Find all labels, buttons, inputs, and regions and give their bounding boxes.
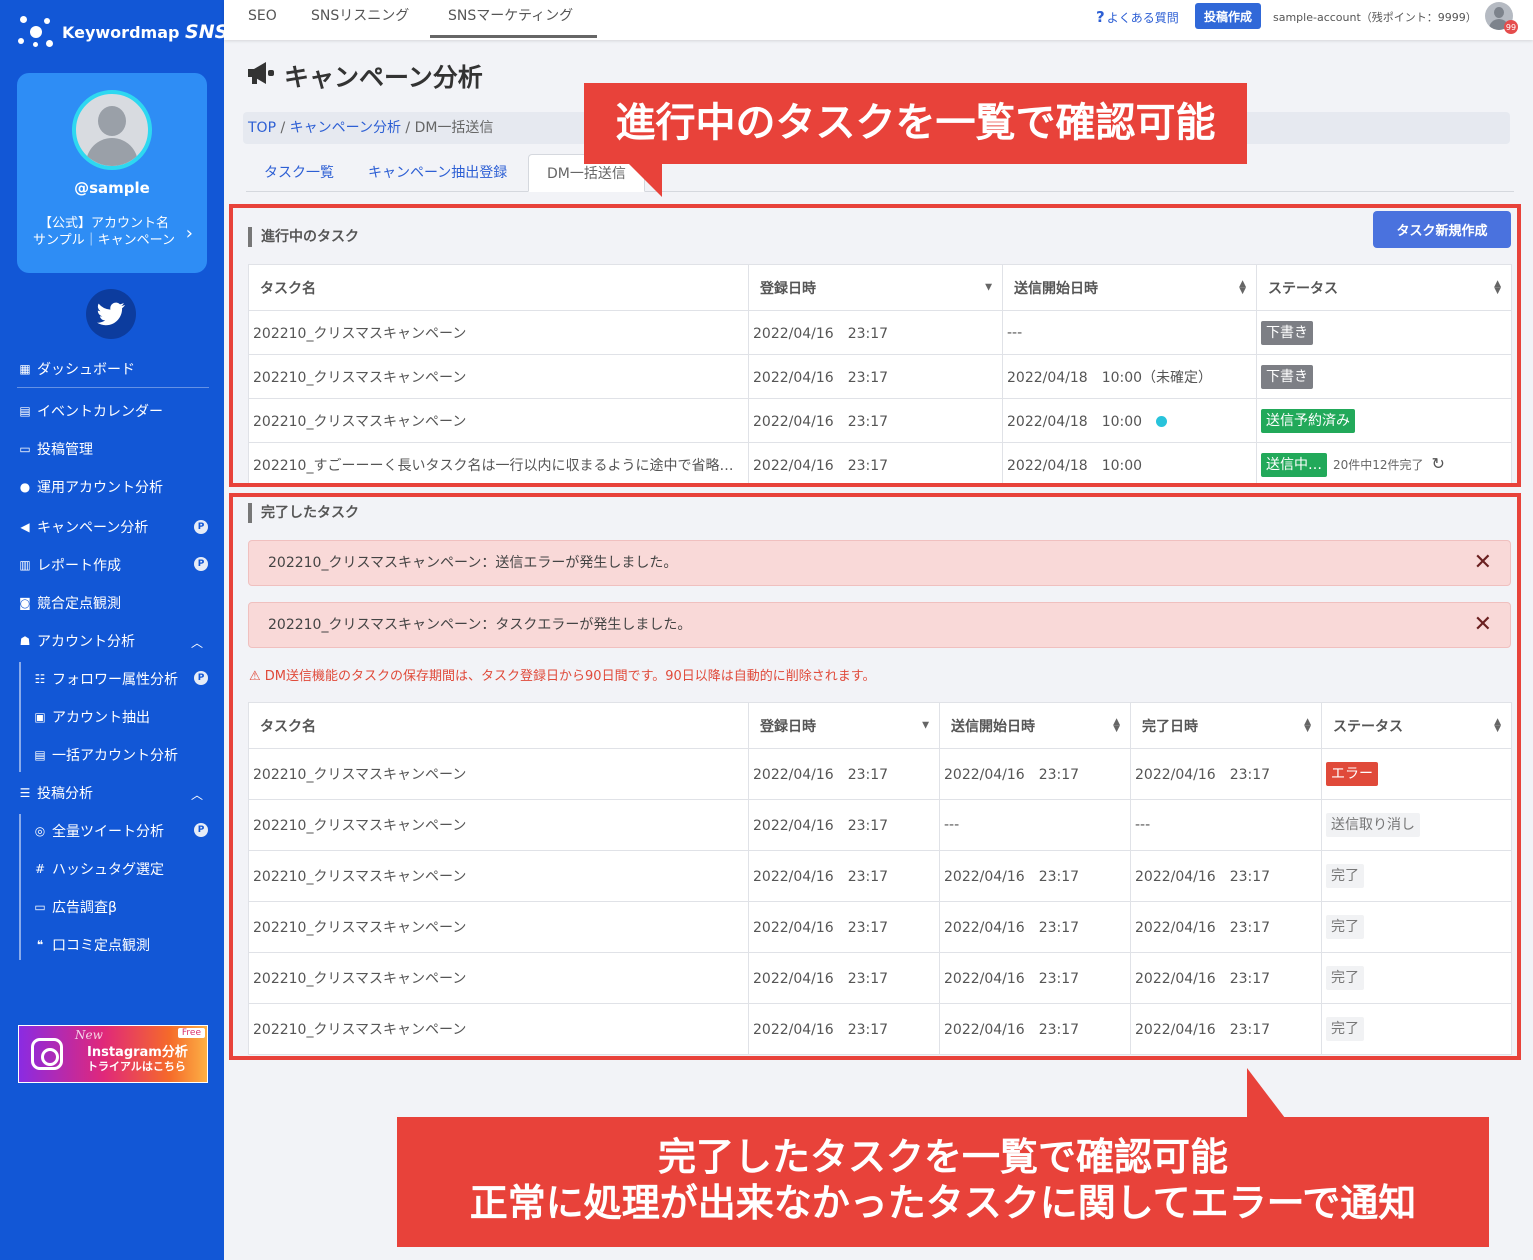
highlight-frame-ongoing	[229, 204, 1521, 487]
insta-subtitle: トライアルはこちら	[87, 1060, 186, 1073]
avatar	[72, 90, 152, 170]
nav-competitor[interactable]: ◙ 競合定点観測	[17, 591, 121, 615]
tab-campaign-extract[interactable]: キャンペーン抽出登録	[350, 154, 525, 192]
database-icon: ◎	[34, 824, 46, 838]
top-tab-sns-listening[interactable]: SNSリスニング	[293, 0, 427, 38]
tab-task-list[interactable]: タスク一覧	[246, 154, 352, 192]
nav-ad-research[interactable]: ▭ 広告調査β	[32, 895, 117, 919]
nav-report[interactable]: ▥ レポート作成	[17, 553, 121, 577]
chevron-up-icon[interactable]: ︿	[191, 634, 203, 651]
twitter-icon[interactable]	[86, 289, 136, 339]
megaphone-icon: ◀	[20, 520, 30, 534]
id-card-icon: ▤	[34, 748, 46, 762]
megaphone-icon	[246, 61, 276, 91]
nav-event-calendar[interactable]: ▤ イベントカレンダー	[17, 399, 163, 423]
comments-icon: ❝	[36, 938, 44, 952]
calendar-icon: ▤	[19, 404, 31, 418]
grid-icon: ▦	[19, 362, 31, 376]
notification-badge: 99	[1504, 20, 1518, 34]
user-icon: ☗	[19, 634, 31, 648]
nav-post-management[interactable]: ▭ 投稿管理	[17, 437, 93, 461]
account-info: sample-account（残ポイント：9999）	[1273, 11, 1477, 24]
list-check-icon: ☰	[19, 786, 31, 800]
nav-follower-attributes[interactable]: ☷ フォロワー属性分析	[32, 667, 178, 691]
instagram-icon	[31, 1038, 63, 1070]
premium-badge: P	[194, 671, 208, 685]
premium-badge: P	[194, 557, 208, 571]
nav-account-analysis[interactable]: ☗ アカウント分析	[17, 629, 135, 653]
topbar: SEO SNSリスニング SNSマーケティング ? よくある質問 投稿作成 sam…	[224, 0, 1533, 40]
create-post-button[interactable]: 投稿作成	[1195, 3, 1261, 29]
chart-icon: ▥	[19, 558, 31, 572]
breadcrumb-sep: /	[400, 120, 415, 136]
logo-text: Keywordmap SNS	[62, 21, 229, 43]
premium-badge: P	[194, 823, 208, 837]
user-circle-icon: ●	[19, 480, 31, 494]
submenu-line	[19, 814, 21, 960]
nav-account-extract[interactable]: ▣ アカウント抽出	[32, 705, 150, 729]
top-tab-seo[interactable]: SEO	[230, 0, 295, 38]
top-tab-sns-marketing[interactable]: SNSマーケティング	[430, 0, 597, 38]
callout-tail	[628, 163, 662, 197]
ad-icon: ▭	[34, 900, 46, 914]
insta-new-label: New	[75, 1028, 103, 1042]
breadcrumb-top[interactable]: TOP	[248, 120, 276, 136]
submenu-line	[19, 662, 21, 772]
tablet-icon: ▭	[19, 442, 31, 456]
question-icon: ?	[1096, 8, 1105, 26]
binoculars-icon: ◙	[19, 596, 31, 610]
hashtag-icon: #	[34, 862, 46, 876]
callout-tail	[1247, 1068, 1285, 1118]
sidebar: Keywordmap SNS @sample 【公式】アカウント名 サンプル｜キ…	[0, 0, 228, 1260]
premium-badge: P	[194, 520, 208, 534]
profile-handle: @sample	[74, 179, 150, 197]
callout-ongoing: 進行中のタスクを一覧で確認可能	[584, 83, 1247, 164]
nav-word-of-mouth[interactable]: ❝ 口コミ定点観測	[32, 933, 150, 957]
id-badge-icon: ▣	[34, 710, 46, 724]
nav-dashboard[interactable]: ▦ ダッシュボード	[17, 357, 135, 381]
instagram-trial-banner[interactable]: New Instagram分析 トライアルはこちら Free	[18, 1025, 208, 1083]
faq-link[interactable]: ? よくある質問	[1096, 8, 1179, 26]
breadcrumb-current: DM一括送信	[414, 120, 494, 136]
highlight-frame-completed	[229, 493, 1521, 1060]
logo-mark-icon	[16, 12, 56, 52]
breadcrumb-sep: /	[276, 120, 290, 136]
logo[interactable]: Keywordmap SNS	[16, 12, 228, 52]
nav-account-analysis-own[interactable]: ● 運用アカウント分析	[17, 475, 163, 499]
nav-hashtag[interactable]: # ハッシュタグ選定	[32, 857, 164, 881]
nav-campaign-analysis[interactable]: ◀ キャンペーン分析	[17, 515, 148, 539]
chevron-right-icon: ›	[185, 223, 193, 244]
page-title: キャンペーン分析	[246, 58, 483, 94]
profile-name: 【公式】アカウント名 サンプル｜キャンペーン	[33, 216, 175, 248]
chevron-up-icon[interactable]: ︿	[191, 786, 203, 803]
nav-all-tweets[interactable]: ◎ 全量ツイート分析	[32, 819, 164, 843]
users-icon: ☷	[34, 672, 46, 686]
callout-completed: 完了したタスクを一覧で確認可能 正常に処理が出来なかったタスクに関してエラーで通…	[397, 1117, 1489, 1247]
nav-bulk-account-analysis[interactable]: ▤ 一括アカウント分析	[32, 743, 178, 767]
nav-post-analysis[interactable]: ☰ 投稿分析	[17, 781, 93, 805]
nav-divider	[17, 387, 209, 388]
breadcrumb-campaign[interactable]: キャンペーン分析	[290, 120, 401, 136]
free-badge: Free	[177, 1028, 205, 1038]
profile-card[interactable]: @sample 【公式】アカウント名 サンプル｜キャンペーン ›	[17, 73, 207, 273]
